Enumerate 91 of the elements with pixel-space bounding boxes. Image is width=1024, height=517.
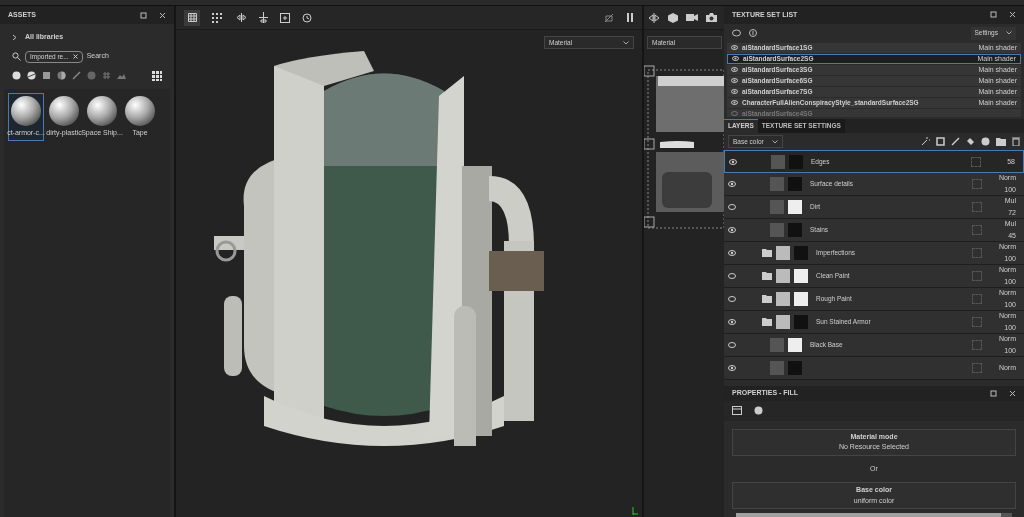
layer-color-slot — [972, 271, 982, 282]
mask-thumbnail — [788, 338, 802, 353]
mask-thumbnail — [788, 361, 802, 376]
brush-icon[interactable] — [72, 71, 81, 80]
eye-icon[interactable] — [731, 78, 738, 84]
trash-icon[interactable] — [1012, 137, 1020, 147]
chevron-down-icon — [1006, 31, 1012, 36]
mask-thumbnail — [788, 223, 802, 238]
search-icon — [12, 52, 21, 61]
mask-thumbnail — [794, 292, 808, 307]
layer-settings-icon[interactable] — [732, 406, 742, 416]
eye-icon[interactable] — [728, 250, 736, 257]
layer-thumbnail — [776, 292, 790, 307]
history-icon[interactable] — [302, 12, 312, 23]
mask-thumbnail — [794, 269, 808, 284]
layer-thumbnail — [770, 177, 784, 192]
eye-icon[interactable] — [729, 158, 737, 165]
eye-icon[interactable] — [728, 365, 736, 372]
eye-icon[interactable] — [731, 89, 738, 95]
striped-sphere-icon[interactable] — [27, 71, 36, 80]
eye-refresh-icon[interactable] — [732, 29, 741, 38]
layer-color-slot — [972, 179, 982, 190]
close-icon[interactable] — [1009, 389, 1016, 397]
eye-icon[interactable] — [731, 45, 738, 51]
eye-icon[interactable] — [728, 181, 736, 188]
layer-color-slot — [972, 202, 982, 213]
material-ball-icon[interactable] — [754, 406, 763, 416]
add-layer-icon[interactable] — [936, 137, 945, 147]
clear-icon[interactable] — [72, 54, 78, 59]
layer-thumbnail — [770, 361, 784, 376]
magic-wand-icon[interactable] — [921, 137, 930, 147]
chevron-down-icon — [771, 139, 778, 144]
square-icon[interactable] — [42, 71, 51, 80]
camera-icon[interactable] — [706, 13, 717, 22]
undock-icon[interactable] — [990, 11, 997, 19]
mask-thumbnail — [788, 177, 802, 192]
layer-color-slot — [972, 317, 982, 328]
layer-thumbnail — [776, 269, 790, 284]
folder-icon[interactable] — [996, 137, 1006, 146]
pause-icon[interactable] — [626, 13, 634, 22]
mask-thumbnail — [788, 200, 802, 215]
video-camera-icon[interactable] — [686, 13, 698, 22]
layer-thumbnail — [770, 338, 784, 353]
eye-icon[interactable] — [728, 227, 736, 234]
layer-thumbnail — [776, 315, 790, 330]
brush-icon[interactable] — [951, 137, 960, 147]
mask-thumbnail — [794, 315, 808, 330]
grid-icon — [187, 13, 197, 22]
symmetry-icon[interactable] — [648, 12, 660, 23]
layer-thumbnail — [770, 223, 784, 238]
folder-icon — [762, 318, 772, 327]
close-icon[interactable] — [159, 11, 166, 19]
hidden-eye-icon[interactable] — [728, 296, 736, 303]
frame-icon[interactable] — [280, 12, 290, 23]
folder-icon — [762, 272, 772, 281]
layer-thumbnail — [771, 154, 785, 169]
chevron-down-icon — [623, 40, 629, 45]
half-circle-icon[interactable] — [57, 71, 66, 80]
sphere-icon[interactable] — [12, 71, 21, 80]
hidden-eye-icon[interactable] — [728, 273, 736, 280]
layer-color-slot — [972, 225, 982, 236]
layer-color-slot — [971, 156, 981, 167]
align-icon[interactable] — [259, 12, 268, 23]
hidden-camera-icon[interactable] — [604, 12, 614, 23]
layer-thumbnail — [776, 246, 790, 261]
eye-icon[interactable] — [732, 56, 739, 62]
sphere-icon[interactable] — [981, 137, 990, 147]
grid-dots-icon[interactable] — [212, 12, 224, 23]
eye-icon[interactable] — [728, 319, 736, 326]
close-icon[interactable] — [1009, 11, 1016, 19]
layer-color-slot — [972, 294, 982, 305]
folder-icon — [762, 295, 772, 304]
axis-gizmo-icon — [632, 507, 638, 515]
layer-thumbnail — [770, 200, 784, 215]
grid-view-icon[interactable] — [152, 70, 162, 81]
mirror-icon[interactable] — [236, 13, 247, 22]
chevron-right-icon[interactable] — [12, 33, 17, 41]
info-icon[interactable] — [749, 29, 757, 38]
eye-icon[interactable] — [731, 67, 738, 73]
hidden-eye-icon[interactable] — [728, 342, 736, 349]
undock-icon[interactable] — [990, 389, 997, 397]
layer-color-slot — [972, 363, 982, 374]
eye-icon[interactable] — [731, 100, 738, 106]
mask-thumbnail — [794, 246, 808, 261]
layer-color-slot — [972, 248, 982, 259]
cube-icon[interactable] — [668, 12, 678, 23]
undock-icon[interactable] — [140, 11, 147, 19]
grid-toggle-button[interactable] — [184, 9, 200, 26]
hidden-eye-icon[interactable] — [728, 204, 736, 211]
folder-icon — [762, 249, 772, 258]
layer-color-slot — [972, 340, 982, 351]
